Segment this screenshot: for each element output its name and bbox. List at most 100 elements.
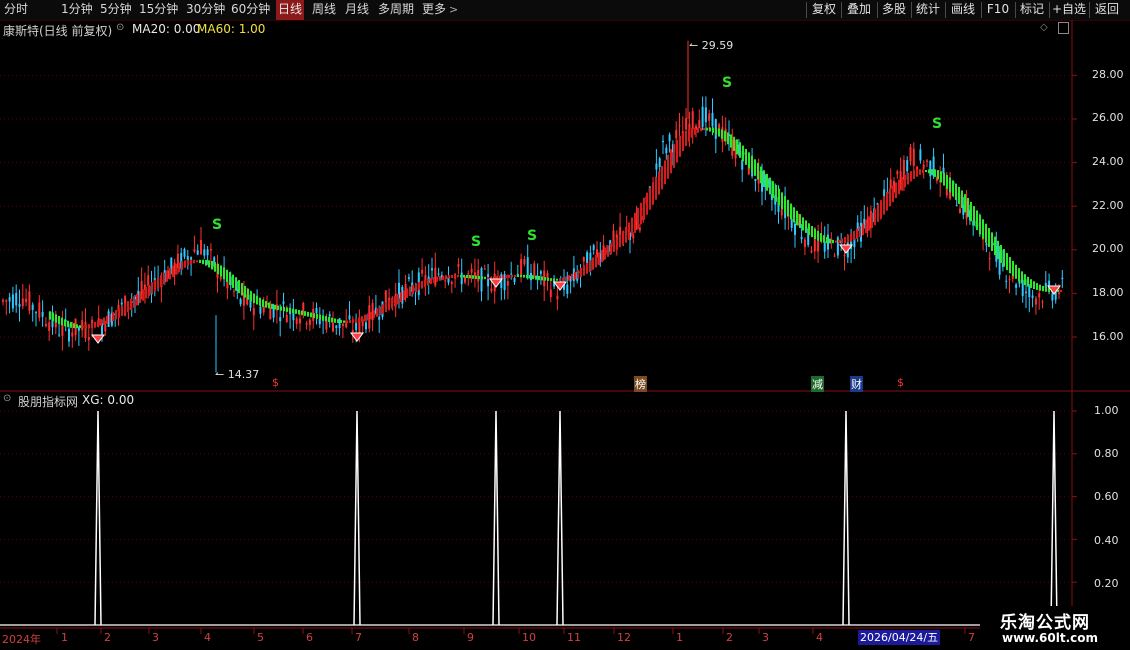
indicator-tick: 0.20 <box>1094 577 1119 590</box>
candle-body <box>523 259 526 265</box>
candle-body <box>196 250 199 255</box>
candle-body <box>685 118 688 130</box>
watermark-name: 乐淘公式网 <box>1000 613 1090 633</box>
event-marker-bang[interactable]: 榜 <box>634 376 647 392</box>
candle-body <box>909 146 912 162</box>
candle-body <box>81 320 84 331</box>
candle-body <box>233 290 235 292</box>
candle-body <box>477 269 480 282</box>
sell-signal-label: S <box>527 228 537 244</box>
candle-body <box>655 163 658 170</box>
candle-body <box>84 321 87 338</box>
cursor-date: 2026/04/24/五 <box>858 630 941 645</box>
candle-body <box>18 303 21 307</box>
month-tick: 8 <box>412 631 419 644</box>
candle-body <box>556 295 559 300</box>
candle-body <box>308 319 311 325</box>
candle-body <box>58 334 61 336</box>
diamond-icon[interactable]: ◇ <box>1040 22 1048 33</box>
watermark-url: www.60lt.com <box>1002 631 1099 645</box>
candle-body <box>193 249 196 252</box>
price-tick: 18.00 <box>1092 286 1124 299</box>
candle-body <box>790 219 793 228</box>
month-tick: 3 <box>762 631 769 644</box>
candle-body <box>926 160 928 162</box>
candle-body <box>457 264 460 267</box>
event-marker-finance[interactable]: 财 <box>850 376 863 392</box>
candle-body <box>35 312 37 314</box>
candle-body <box>351 330 354 333</box>
candle-body <box>912 148 915 166</box>
candle-body <box>919 149 922 161</box>
candle-body <box>431 268 433 271</box>
candle-body <box>348 315 351 320</box>
candle-body <box>61 323 64 336</box>
candle-body <box>44 323 47 327</box>
month-tick: 1 <box>61 631 68 644</box>
collapse-icon[interactable]: ⊙ <box>116 22 124 33</box>
candle-body <box>460 272 463 285</box>
candle-body <box>754 178 757 182</box>
window-icon[interactable] <box>1058 22 1069 34</box>
event-marker-dollar[interactable]: $ <box>272 376 279 389</box>
month-tick: 4 <box>816 631 823 644</box>
candle-body <box>8 297 11 302</box>
low-price-value: 14.37 <box>227 368 260 381</box>
xg-signal-spike <box>94 410 102 626</box>
candle-body <box>48 322 51 332</box>
month-tick: 7 <box>355 631 362 644</box>
year-label: 2024年 <box>2 633 41 646</box>
candle-body <box>592 245 595 250</box>
candle-body <box>200 239 202 255</box>
candle-body <box>21 298 24 307</box>
candle-body <box>889 179 892 189</box>
candle-body <box>285 315 288 322</box>
candle-body <box>226 281 229 289</box>
month-tick: 2 <box>726 631 733 644</box>
candle-body <box>305 323 308 325</box>
collapse-icon[interactable]: ⊙ <box>3 393 11 404</box>
event-marker-dollar[interactable]: $ <box>897 376 904 389</box>
candle-body <box>269 307 272 320</box>
month-tick: 6 <box>306 631 313 644</box>
candle-body <box>5 300 8 302</box>
candle-body <box>1005 280 1008 282</box>
indicator-title: 股朋指标网 <box>18 395 79 409</box>
candle-body <box>833 255 836 257</box>
indicator-tick: 0.80 <box>1094 447 1119 460</box>
candle-body <box>279 317 282 322</box>
candle-body <box>843 255 846 257</box>
candle-body <box>467 273 470 275</box>
candle-body <box>31 304 34 310</box>
candle-body <box>1058 292 1060 294</box>
candle-body <box>421 269 424 274</box>
candle-body <box>566 284 569 294</box>
candle-body <box>259 306 262 314</box>
candle-body <box>780 209 783 216</box>
month-tick: 2 <box>104 631 111 644</box>
month-tick: 7 <box>968 631 975 644</box>
candle-body <box>658 158 661 168</box>
price-tick: 28.00 <box>1092 68 1124 81</box>
candle-body <box>444 280 447 282</box>
candle-body <box>549 289 552 298</box>
candle-body <box>318 319 321 325</box>
month-tick: 9 <box>467 631 474 644</box>
indicator-tick: 0.40 <box>1094 534 1119 547</box>
candle-body <box>295 318 298 324</box>
event-marker-reduce[interactable]: 减 <box>811 376 824 392</box>
kline-chart[interactable]: S S S S S <box>0 0 1130 650</box>
candle-body <box>896 171 899 175</box>
candle-body <box>104 324 107 332</box>
indicator-tick: 0.60 <box>1094 490 1119 503</box>
candle-body <box>335 325 338 328</box>
candle-body <box>708 113 711 121</box>
month-tick: 3 <box>152 631 159 644</box>
candle-body <box>11 294 14 309</box>
candle-body <box>988 258 991 260</box>
candle-body <box>1008 279 1011 281</box>
candle-body <box>2 300 4 302</box>
candle-body <box>668 134 671 142</box>
sell-signal-label: S <box>471 234 481 250</box>
candle-body <box>38 302 41 318</box>
